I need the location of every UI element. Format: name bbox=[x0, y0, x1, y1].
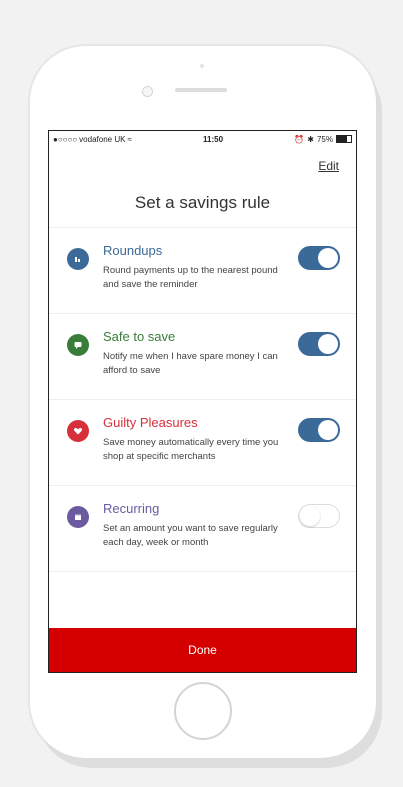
battery-percent: 75% bbox=[316, 134, 333, 144]
safe-to-save-toggle[interactable] bbox=[298, 332, 340, 356]
rule-description: Set an amount you want to save regularly… bbox=[103, 523, 278, 548]
calendar-icon bbox=[67, 506, 89, 528]
rule-recurring: Recurring Set an amount you want to save… bbox=[49, 486, 356, 572]
edit-button[interactable]: Edit bbox=[318, 159, 339, 173]
roundups-icon bbox=[67, 248, 89, 270]
page-title: Set a savings rule bbox=[134, 193, 271, 212]
rule-roundups: Roundups Round payments up to the neares… bbox=[49, 228, 356, 314]
rule-name: Guilty Pleasures bbox=[103, 415, 198, 430]
home-button[interactable] bbox=[174, 682, 232, 740]
clock: 11:50 bbox=[203, 134, 224, 144]
rule-description: Notify me when I have spare money I can … bbox=[103, 351, 278, 376]
roundups-toggle[interactable] bbox=[298, 246, 340, 270]
rule-name: Recurring bbox=[103, 501, 160, 516]
chat-icon bbox=[67, 334, 89, 356]
camera-dot bbox=[200, 64, 204, 68]
recurring-toggle[interactable] bbox=[298, 504, 340, 528]
carrier-label: vodafone UK bbox=[79, 134, 126, 144]
rule-name: Roundups bbox=[103, 243, 163, 258]
done-button[interactable]: Done bbox=[49, 628, 356, 672]
front-camera bbox=[142, 86, 153, 97]
earpiece-speaker bbox=[175, 88, 227, 92]
rule-name: Safe to save bbox=[103, 329, 176, 344]
app-screen: ●○○○○ vodafone UK ≈ 11:50 ⏰ ✱ 75% Edit S… bbox=[48, 130, 357, 673]
heart-icon bbox=[67, 420, 89, 442]
rule-description: Save money automatically every time you … bbox=[103, 437, 279, 462]
bluetooth-icon: ✱ bbox=[307, 134, 314, 144]
rules-list: Roundups Round payments up to the neares… bbox=[49, 227, 356, 572]
alarm-icon: ⏰ bbox=[294, 134, 305, 144]
status-bar: ●○○○○ vodafone UK ≈ 11:50 ⏰ ✱ 75% bbox=[49, 131, 356, 147]
rule-description: Round payments up to the nearest pound a… bbox=[103, 265, 278, 290]
battery-icon bbox=[335, 135, 352, 143]
signal-icon: ●○○○○ bbox=[53, 134, 78, 144]
guilty-pleasures-toggle[interactable] bbox=[298, 418, 340, 442]
rule-safe-to-save: Safe to save Notify me when I have spare… bbox=[49, 314, 356, 400]
wifi-icon: ≈ bbox=[127, 134, 132, 144]
rule-guilty-pleasures: Guilty Pleasures Save money automaticall… bbox=[49, 400, 356, 486]
